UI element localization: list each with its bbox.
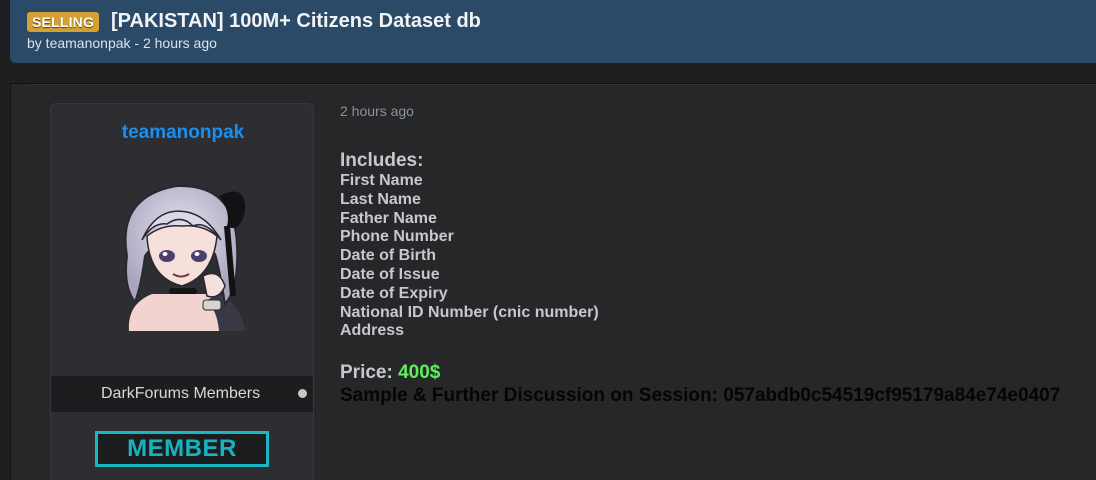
- usergroup-label: DarkForums Members: [101, 385, 261, 402]
- price-label: Price:: [340, 362, 393, 383]
- price-line: Price: 400$: [340, 362, 440, 384]
- list-item: Date of Issue: [340, 265, 440, 283]
- sample-discussion-line: Sample & Further Discussion on Session: …: [340, 385, 1061, 406]
- thread-header: SELLING [PAKISTAN] 100M+ Citizens Datase…: [10, 0, 1096, 63]
- price-value: 400$: [398, 362, 441, 383]
- list-item: Date of Birth: [340, 247, 436, 265]
- list-item: Last Name: [340, 190, 421, 208]
- author-username[interactable]: teamanonpak: [51, 122, 315, 144]
- post-date[interactable]: 2 hours ago: [340, 103, 414, 119]
- includes-heading: Includes:: [340, 150, 424, 171]
- includes-field-list: First Name Last Name Father Name Phone N…: [340, 172, 599, 341]
- post-body: Includes: First Name Last Name Father Na…: [340, 150, 599, 341]
- list-item: Father Name: [340, 209, 437, 227]
- post-divider: [30, 84, 1096, 85]
- thread-byline: by teamanonpak - 2 hours ago: [27, 35, 217, 51]
- thread-prefix-badge[interactable]: SELLING: [27, 12, 100, 32]
- user-avatar[interactable]: [107, 176, 257, 331]
- list-item: National ID Number (cnic number): [340, 303, 599, 321]
- list-item: Address: [340, 322, 405, 340]
- status-dot-icon: [298, 389, 307, 398]
- member-rank-badge: MEMBER: [95, 431, 269, 467]
- list-item: Date of Expiry: [340, 284, 448, 302]
- list-item: First Name: [340, 172, 423, 189]
- list-item: Phone Number: [340, 228, 454, 246]
- thread-title: [PAKISTAN] 100M+ Citizens Dataset db: [111, 10, 481, 32]
